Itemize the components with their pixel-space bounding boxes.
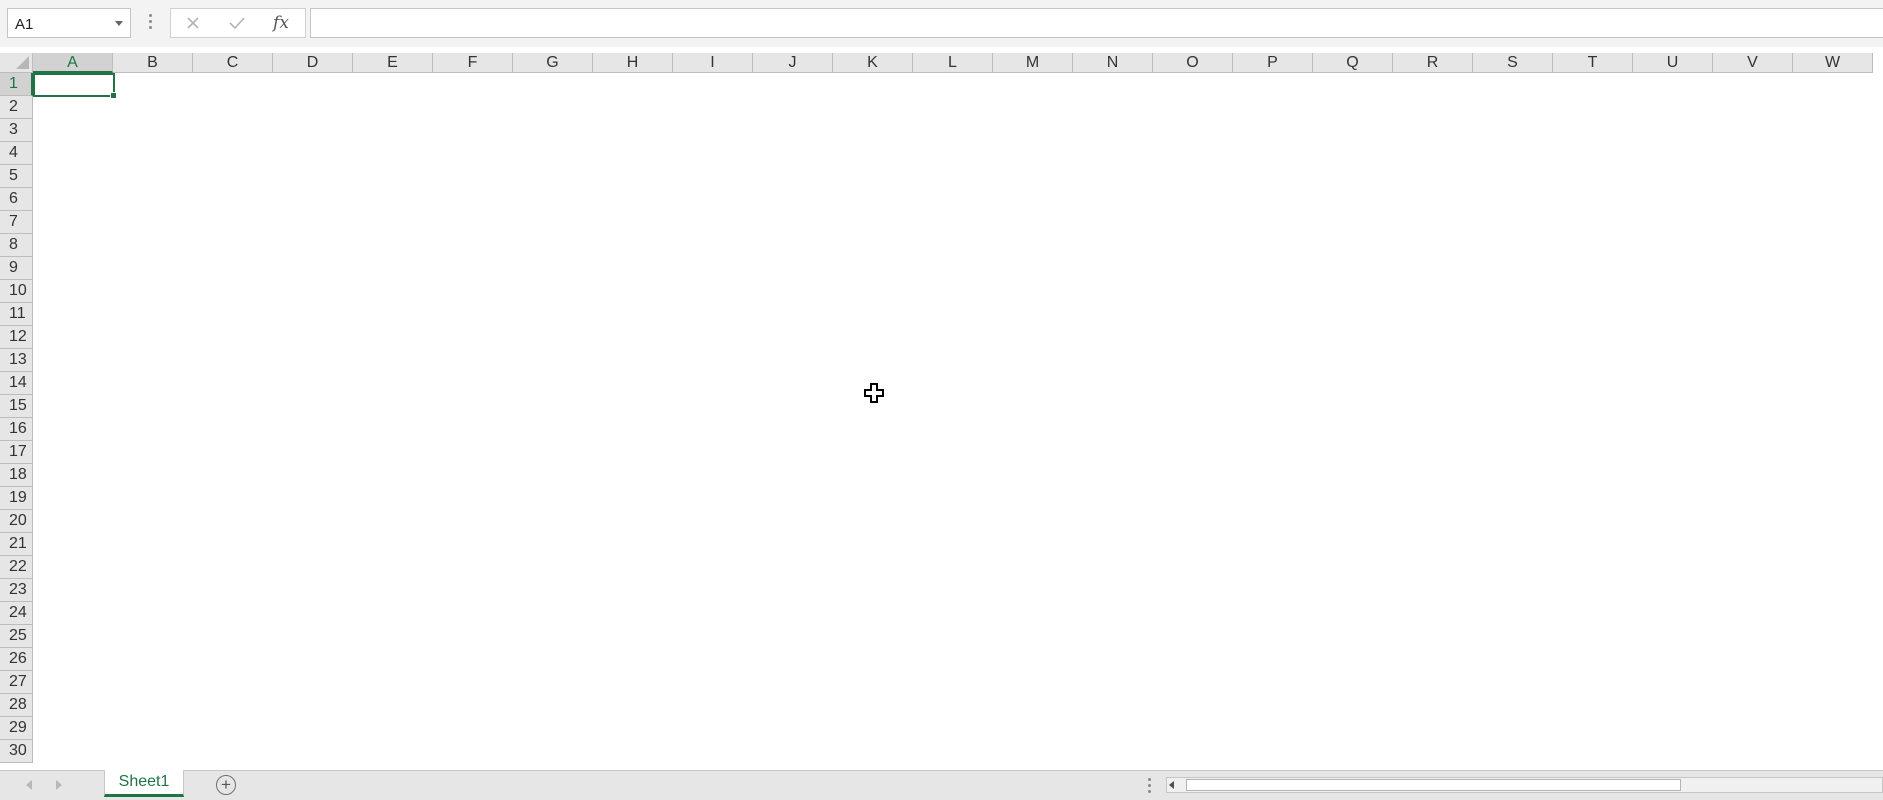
column-header-o[interactable]: O bbox=[1153, 53, 1233, 73]
row-header-1[interactable]: 1 bbox=[0, 73, 33, 96]
column-header-q[interactable]: Q bbox=[1313, 53, 1393, 73]
row-header-13[interactable]: 13 bbox=[0, 349, 33, 372]
row-header-14[interactable]: 14 bbox=[0, 372, 33, 395]
row-header-25[interactable]: 25 bbox=[0, 625, 33, 648]
column-header-r[interactable]: R bbox=[1393, 53, 1473, 73]
scroll-tabs-right-icon[interactable] bbox=[56, 780, 62, 790]
row-header-4[interactable]: 4 bbox=[0, 142, 33, 165]
formula-input[interactable] bbox=[310, 8, 1883, 38]
cancel-icon[interactable] bbox=[179, 12, 207, 34]
column-header-i[interactable]: I bbox=[673, 53, 753, 73]
column-header-e[interactable]: E bbox=[353, 53, 433, 73]
insert-function-button[interactable]: fx bbox=[267, 12, 295, 34]
column-header-f[interactable]: F bbox=[433, 53, 513, 73]
row-header-24[interactable]: 24 bbox=[0, 602, 33, 625]
column-header-w[interactable]: W bbox=[1793, 53, 1873, 73]
row-header-11[interactable]: 11 bbox=[0, 303, 33, 326]
column-header-h[interactable]: H bbox=[593, 53, 673, 73]
row-header-21[interactable]: 21 bbox=[0, 533, 33, 556]
row-header-23[interactable]: 23 bbox=[0, 579, 33, 602]
row-header-16[interactable]: 16 bbox=[0, 418, 33, 441]
cell-cursor-icon bbox=[864, 383, 884, 403]
horizontal-scroll-thumb[interactable] bbox=[1186, 779, 1681, 791]
column-header-j[interactable]: J bbox=[753, 53, 833, 73]
worksheet-grid[interactable]: ABCDEFGHIJKLMNOPQRSTUVW 1 2 3 4 5 6 7 8 9 10 11 12 1… bbox=[0, 47, 1883, 770]
row-header-26[interactable]: 26 bbox=[0, 648, 33, 671]
row-header-27[interactable]: 27 bbox=[0, 671, 33, 694]
row-header-2[interactable]: 2 bbox=[0, 96, 33, 119]
column-header-v[interactable]: V bbox=[1713, 53, 1793, 73]
column-header-l[interactable]: L bbox=[913, 53, 993, 73]
row-header-22[interactable]: 22 bbox=[0, 556, 33, 579]
sheet-tab-bar: Sheet1 + bbox=[0, 770, 1883, 800]
formula-bar: A1 fx bbox=[0, 0, 1883, 48]
row-header-7[interactable]: 7 bbox=[0, 211, 33, 234]
row-header-20[interactable]: 20 bbox=[0, 510, 33, 533]
column-header-p[interactable]: P bbox=[1233, 53, 1313, 73]
column-header-s[interactable]: S bbox=[1473, 53, 1553, 73]
row-header-28[interactable]: 28 bbox=[0, 694, 33, 717]
add-sheet-icon[interactable]: + bbox=[216, 775, 236, 795]
column-header-g[interactable]: G bbox=[513, 53, 593, 73]
column-header-d[interactable]: D bbox=[273, 53, 353, 73]
select-all-button[interactable] bbox=[0, 53, 33, 73]
formula-bar-buttons: fx bbox=[170, 8, 306, 38]
scroll-left-icon[interactable] bbox=[1169, 781, 1174, 789]
active-cell-selection[interactable] bbox=[33, 73, 117, 99]
tab-bar-split-grip[interactable] bbox=[1148, 778, 1151, 796]
column-header-a[interactable]: A bbox=[33, 53, 113, 73]
name-box-value: A1 bbox=[15, 16, 34, 33]
row-header-18[interactable]: 18 bbox=[0, 464, 33, 487]
row-header-9[interactable]: 9 bbox=[0, 257, 33, 280]
tab-sheet1[interactable]: Sheet1 bbox=[104, 770, 184, 797]
row-header-29[interactable]: 29 bbox=[0, 717, 33, 740]
select-all-triangle-icon bbox=[16, 56, 29, 69]
column-header-u[interactable]: U bbox=[1633, 53, 1713, 73]
row-header-30[interactable]: 30 bbox=[0, 740, 33, 763]
row-header-6[interactable]: 6 bbox=[0, 188, 33, 211]
row-header-3[interactable]: 3 bbox=[0, 119, 33, 142]
row-header-15[interactable]: 15 bbox=[0, 395, 33, 418]
name-box[interactable]: A1 bbox=[7, 8, 131, 38]
chevron-down-icon[interactable] bbox=[115, 21, 123, 26]
scroll-tabs-left-icon[interactable] bbox=[26, 780, 32, 790]
column-header-m[interactable]: M bbox=[993, 53, 1073, 73]
fill-handle[interactable] bbox=[110, 92, 117, 99]
row-header-5[interactable]: 5 bbox=[0, 165, 33, 188]
row-header-17[interactable]: 17 bbox=[0, 441, 33, 464]
formula-bar-grip[interactable] bbox=[149, 14, 152, 32]
column-header-c[interactable]: C bbox=[193, 53, 273, 73]
row-header-8[interactable]: 8 bbox=[0, 234, 33, 257]
column-header-n[interactable]: N bbox=[1073, 53, 1153, 73]
row-header-19[interactable]: 19 bbox=[0, 487, 33, 510]
row-header-12[interactable]: 12 bbox=[0, 326, 33, 349]
row-header-10[interactable]: 10 bbox=[0, 280, 33, 303]
column-header-t[interactable]: T bbox=[1553, 53, 1633, 73]
horizontal-scrollbar[interactable] bbox=[1166, 777, 1883, 793]
column-header-b[interactable]: B bbox=[113, 53, 193, 73]
check-icon[interactable] bbox=[223, 12, 251, 34]
column-header-k[interactable]: K bbox=[833, 53, 913, 73]
spreadsheet-app: A1 fx ABCDEFGHIJKLMNOPQRSTUVW 12 3 4 5 6… bbox=[0, 0, 1883, 800]
